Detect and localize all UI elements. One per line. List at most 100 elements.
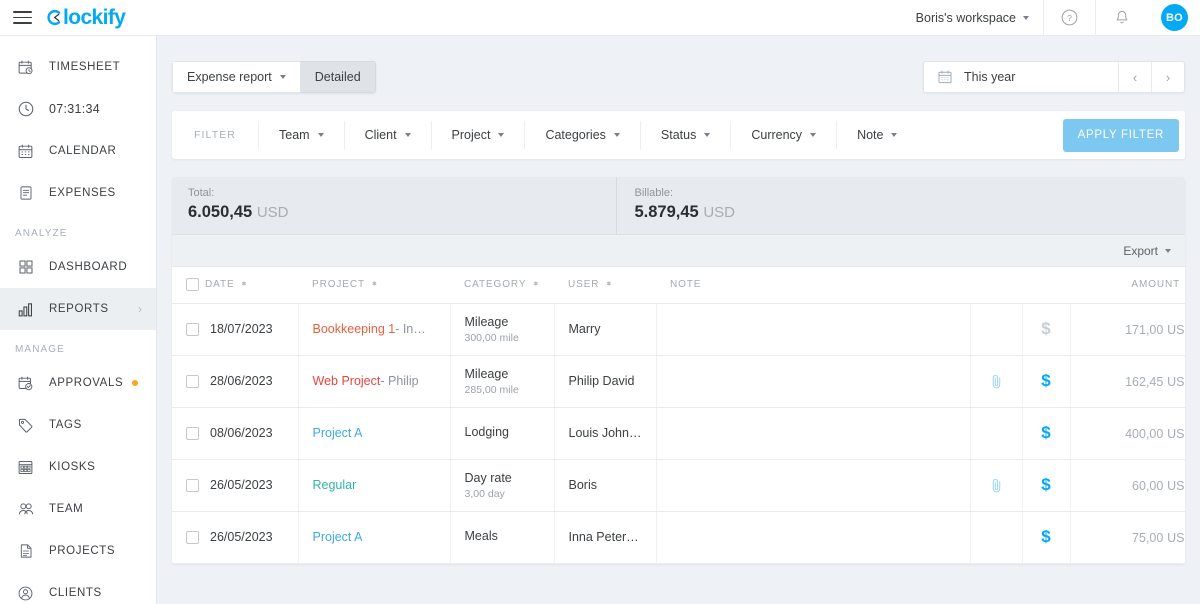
filter-note[interactable]: Note: [837, 121, 917, 149]
row-date: 08/06/2023: [210, 426, 273, 440]
chevron-down-icon: [498, 133, 505, 137]
sort-icon[interactable]: ▲ ▼: [371, 280, 379, 288]
row-checkbox[interactable]: [186, 530, 199, 544]
cell-project[interactable]: Regular: [298, 459, 451, 512]
column-category[interactable]: CATEGORY ▲ ▼: [450, 267, 554, 304]
table-row[interactable]: 08/06/2023 Project A Lodging Louis John……: [172, 407, 1185, 460]
sort-icon[interactable]: ▲ ▼: [532, 280, 540, 288]
billable-icon[interactable]: $: [1041, 319, 1050, 339]
row-user: Marry: [568, 322, 601, 336]
cell-attachment[interactable]: [970, 355, 1023, 408]
cell-billable[interactable]: $: [1022, 459, 1071, 512]
date-range-button[interactable]: This year: [924, 62, 1118, 92]
filter-currency[interactable]: Currency: [731, 121, 838, 149]
brand-wordmark: lockify: [63, 5, 126, 29]
sidebar-item-team[interactable]: TEAM: [0, 488, 156, 530]
sidebar-item-clients[interactable]: CLIENTS: [0, 572, 156, 604]
apply-filter-button[interactable]: APPLY FILTER: [1062, 118, 1179, 152]
select-all-checkbox[interactable]: [186, 278, 199, 292]
sort-icon[interactable]: ▲ ▼: [605, 280, 613, 288]
report-panel: Total: 6.050,45 USD Billable: 5.879,45 U…: [172, 177, 1185, 564]
date-range-next-button[interactable]: ›: [1151, 62, 1184, 92]
cell-project[interactable]: Project A: [298, 511, 451, 564]
cell-billable[interactable]: $: [1022, 303, 1071, 356]
sidebar-item-dashboard[interactable]: DASHBOARD: [0, 246, 156, 288]
billable-icon[interactable]: $: [1041, 527, 1050, 547]
cell-project[interactable]: Project A: [298, 407, 451, 460]
team-icon: [15, 499, 36, 520]
cell-attachment: [970, 511, 1023, 564]
filter-client[interactable]: Client: [345, 121, 432, 149]
billable-icon[interactable]: $: [1041, 475, 1050, 495]
notifications-button[interactable]: [1095, 0, 1147, 36]
sidebar-item-tags[interactable]: TAGS: [0, 404, 156, 446]
filter-project[interactable]: Project: [432, 121, 526, 149]
cell-amount: 60,00 USD: [1070, 459, 1185, 512]
filter-status[interactable]: Status: [641, 121, 732, 149]
export-button[interactable]: Export: [1123, 244, 1171, 258]
help-button[interactable]: ?: [1043, 0, 1095, 36]
cell-note[interactable]: [656, 355, 971, 408]
cell-billable[interactable]: $: [1022, 355, 1071, 408]
filter-team[interactable]: Team: [259, 121, 345, 149]
cell-billable[interactable]: $: [1022, 511, 1071, 564]
workspace-selector[interactable]: Boris's workspace: [900, 0, 1043, 36]
cell-project[interactable]: Bookkeeping 1 - In…: [298, 303, 451, 356]
sidebar-label: PROJECTS: [49, 545, 116, 557]
chevron-down-icon: [279, 75, 286, 79]
row-amount: 400,00: [1125, 426, 1164, 441]
table-row[interactable]: 26/05/2023 Regular Day rate 3,00 day Bor…: [172, 459, 1185, 512]
column-label-user: USER: [568, 279, 600, 291]
row-project-name: Web Project: [312, 374, 381, 388]
table-row[interactable]: 26/05/2023 Project A Meals Inna Peter… $…: [172, 511, 1185, 564]
row-checkbox[interactable]: [186, 374, 199, 388]
cell-note[interactable]: [656, 303, 971, 356]
sidebar-item-expenses[interactable]: EXPENSES: [0, 172, 156, 214]
report-detail-tab[interactable]: Detailed: [300, 61, 376, 93]
sidebar-item-timer[interactable]: 07:31:34: [0, 88, 156, 130]
sidebar-item-kiosks[interactable]: KIOSKS: [0, 446, 156, 488]
row-checkbox[interactable]: [186, 478, 199, 492]
column-project[interactable]: PROJECT ▲ ▼: [298, 267, 450, 304]
sidebar-item-timesheet[interactable]: TIMESHEET: [0, 46, 156, 88]
expenses-table: DATE ▲ ▼ PROJECT ▲ ▼ CATEGORY ▲ ▼ USER ▲…: [172, 267, 1185, 564]
sidebar-item-reports[interactable]: REPORTS ›: [0, 288, 156, 330]
cell-note[interactable]: [656, 511, 971, 564]
filter-bar: FILTER Team Client Project Categories St…: [172, 111, 1185, 159]
date-range-prev-button[interactable]: ‹: [1118, 62, 1151, 92]
cell-attachment[interactable]: [970, 459, 1023, 512]
row-user: Louis John…: [568, 426, 642, 440]
chevron-down-icon: [404, 133, 411, 137]
column-amount[interactable]: AMOUNT ▲▼: [1070, 267, 1185, 304]
column-note: NOTE: [656, 267, 970, 304]
cell-attachment: [970, 407, 1023, 460]
sidebar-section-analyze: ANALYZE: [15, 228, 68, 239]
bell-icon: [1116, 10, 1127, 23]
cell-project[interactable]: Web Project - Philip: [298, 355, 451, 408]
avatar[interactable]: BO: [1161, 4, 1188, 31]
report-type-dropdown[interactable]: Expense report: [172, 61, 301, 93]
cell-billable[interactable]: $: [1022, 407, 1071, 460]
column-date[interactable]: DATE ▲ ▼: [172, 267, 298, 304]
billable-icon[interactable]: $: [1041, 423, 1050, 443]
billable-icon[interactable]: $: [1041, 371, 1050, 391]
row-checkbox[interactable]: [186, 426, 199, 440]
column-user[interactable]: USER ▲ ▼: [554, 267, 656, 304]
sidebar-item-projects[interactable]: PROJECTS: [0, 530, 156, 572]
svg-text:?: ?: [1067, 13, 1072, 23]
chevron-down-icon: [1165, 248, 1171, 253]
table-row[interactable]: 28/06/2023 Web Project - Philip Mileage: [172, 355, 1185, 408]
row-checkbox[interactable]: [186, 322, 199, 336]
table-row[interactable]: 18/07/2023 Bookkeeping 1 - In… Mileage 3…: [172, 303, 1185, 356]
filter-label-status: Status: [660, 128, 697, 142]
filter-categories[interactable]: Categories: [525, 121, 641, 149]
sort-icon[interactable]: ▲ ▼: [241, 280, 249, 288]
sidebar-item-approvals[interactable]: APPROVALS: [0, 362, 156, 404]
cell-note[interactable]: [656, 459, 971, 512]
clockify-logo[interactable]: lockify: [46, 5, 126, 30]
cell-note[interactable]: [656, 407, 971, 460]
sidebar-item-calendar[interactable]: CALENDAR: [0, 130, 156, 172]
summary-bar: Total: 6.050,45 USD Billable: 5.879,45 U…: [172, 177, 1185, 235]
hamburger-icon[interactable]: [0, 0, 44, 36]
summary-total: Total: 6.050,45 USD: [172, 177, 289, 234]
